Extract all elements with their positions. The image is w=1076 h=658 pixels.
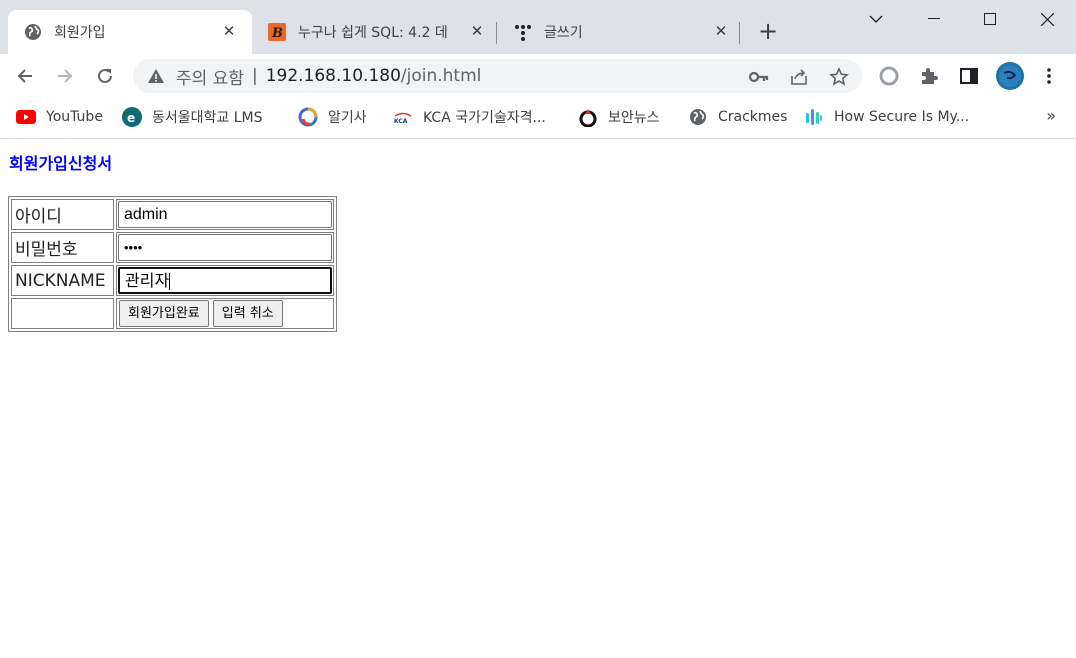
tab-sql-book[interactable]: B 누구나 쉽게 SQL: 4.2 데 ✕ <box>252 10 494 54</box>
close-icon[interactable]: ✕ <box>220 22 238 40</box>
youtube-icon <box>16 107 36 127</box>
text-cursor <box>169 273 171 291</box>
url-path: /join.html <box>400 66 482 86</box>
svg-text:KCA: KCA <box>394 118 408 124</box>
close-icon[interactable]: ✕ <box>712 22 730 40</box>
reload-button[interactable] <box>89 60 121 92</box>
maximize-icon <box>984 13 996 25</box>
table-row: 아이디 admin <box>11 199 334 230</box>
id-cell: admin <box>116 199 334 230</box>
bookmark-boannews[interactable]: 보안뉴스 <box>578 106 660 128</box>
hsimp-icon <box>804 107 824 127</box>
id-input[interactable]: admin <box>118 201 332 228</box>
bookmark-label: 동서울대학교 LMS <box>152 110 263 126</box>
bookmark-hsimp[interactable]: How Secure Is My... <box>804 106 969 128</box>
book-icon: B <box>268 23 286 41</box>
arrow-left-icon <box>17 69 32 83</box>
nickname-cell: 관리자 <box>116 265 334 296</box>
table-row: 비밀번호 •••• <box>11 232 334 263</box>
reload-icon <box>98 68 112 83</box>
minimize-button[interactable] <box>906 0 962 38</box>
address-bar[interactable]: 주의 요함 | 192.168.10.180/join.html <box>133 59 862 93</box>
extension-circle-button[interactable] <box>873 60 905 92</box>
university-icon: e <box>122 107 142 127</box>
tab-title: 글쓰기 <box>544 25 583 41</box>
submit-button[interactable]: 회원가입완료 <box>119 300 209 327</box>
reset-button[interactable]: 입력 취소 <box>212 300 283 327</box>
tab-separator <box>496 22 497 44</box>
bookmark-label: Crackmes <box>718 109 788 125</box>
globe-icon <box>688 107 708 127</box>
empty-cell <box>11 298 114 329</box>
globe-icon <box>24 23 42 41</box>
avatar <box>996 62 1024 90</box>
page-title: 회원가입신청서 <box>9 154 113 173</box>
tab-title: 회원가입 <box>54 25 106 41</box>
bookmark-youtube[interactable]: YouTube <box>16 106 103 128</box>
side-panel-button[interactable] <box>953 60 985 92</box>
close-window-button[interactable] <box>1019 0 1075 38</box>
bookmark-algisa[interactable]: 알기사 <box>298 106 367 128</box>
boannews-icon <box>578 107 598 127</box>
tab-strip: 회원가입 ✕ B 누구나 쉽게 SQL: 4.2 데 ✕ 글쓰기 ✕ + <box>0 0 1076 54</box>
forward-button[interactable] <box>49 60 81 92</box>
svg-text:e: e <box>127 111 135 125</box>
tab-search-button[interactable] <box>848 0 904 38</box>
url-text: 192.168.10.180/join.html <box>266 66 482 86</box>
security-label: 주의 요함 <box>176 68 244 89</box>
close-icon <box>1040 12 1054 26</box>
bookmarks-bar: YouTube e 동서울대학교 LMS 알기사 KCA KCA 국가기술자격.… <box>0 98 1076 139</box>
table-row: NICKNAME 관리자 <box>11 265 334 296</box>
bookmark-crackmes[interactable]: Crackmes <box>688 106 787 128</box>
arrow-right-icon <box>58 69 73 83</box>
bookmarks-overflow-button[interactable]: » <box>1046 106 1056 125</box>
browser-toolbar: 주의 요함 | 192.168.10.180/join.html <box>0 54 1076 98</box>
share-icon[interactable] <box>789 67 809 87</box>
id-label: 아이디 <box>11 199 114 230</box>
key-icon[interactable] <box>749 67 769 87</box>
join-form-table: 아이디 admin 비밀번호 •••• NICKNAME 관리자 회원가입완료 입… <box>8 196 337 332</box>
close-icon[interactable]: ✕ <box>468 22 486 40</box>
tistory-icon <box>514 23 532 41</box>
bookmark-dongseoul-lms[interactable]: e 동서울대학교 LMS <box>122 106 263 128</box>
table-row: 회원가입완료 입력 취소 <box>11 298 334 329</box>
menu-button[interactable] <box>1033 60 1065 92</box>
circle-extension-icon <box>879 66 899 86</box>
back-button[interactable] <box>9 60 41 92</box>
nickname-value: 관리자 <box>125 273 170 290</box>
tab-join[interactable]: 회원가입 ✕ <box>8 10 252 54</box>
bookmark-label: How Secure Is My... <box>834 109 970 125</box>
bookmark-label: KCA 국가기술자격... <box>423 110 546 126</box>
bookmark-label: 보안뉴스 <box>608 110 660 126</box>
algisa-icon <box>298 107 318 127</box>
maximize-button[interactable] <box>962 0 1018 38</box>
bookmark-label: YouTube <box>46 109 103 125</box>
address-separator: | <box>251 66 258 86</box>
new-tab-button[interactable]: + <box>754 18 782 46</box>
side-panel-icon <box>960 68 978 84</box>
bookmark-label: 알기사 <box>328 110 367 126</box>
minimize-icon <box>928 18 940 19</box>
url-host: 192.168.10.180 <box>265 66 401 86</box>
tab-write[interactable]: 글쓰기 ✕ <box>498 10 738 54</box>
star-icon[interactable] <box>829 67 849 87</box>
puzzle-icon <box>922 68 938 84</box>
kca-icon: KCA <box>393 107 413 127</box>
warning-icon[interactable] <box>146 66 166 86</box>
svg-text:B: B <box>271 26 283 41</box>
tab-separator <box>739 22 740 44</box>
nickname-label: NICKNAME <box>11 265 114 296</box>
profile-button[interactable] <box>994 60 1026 92</box>
password-cell: •••• <box>116 232 334 263</box>
bookmark-kca[interactable]: KCA KCA 국가기술자격... <box>393 106 546 128</box>
nickname-input[interactable]: 관리자 <box>118 267 332 294</box>
extensions-button[interactable] <box>913 60 945 92</box>
password-label: 비밀번호 <box>11 232 114 263</box>
more-vert-icon <box>1047 68 1051 84</box>
buttons-cell: 회원가입완료 입력 취소 <box>116 298 334 329</box>
tab-title: 누구나 쉽게 SQL: 4.2 데 <box>298 25 448 41</box>
chevron-down-icon <box>869 15 883 23</box>
password-input[interactable]: •••• <box>118 234 332 261</box>
